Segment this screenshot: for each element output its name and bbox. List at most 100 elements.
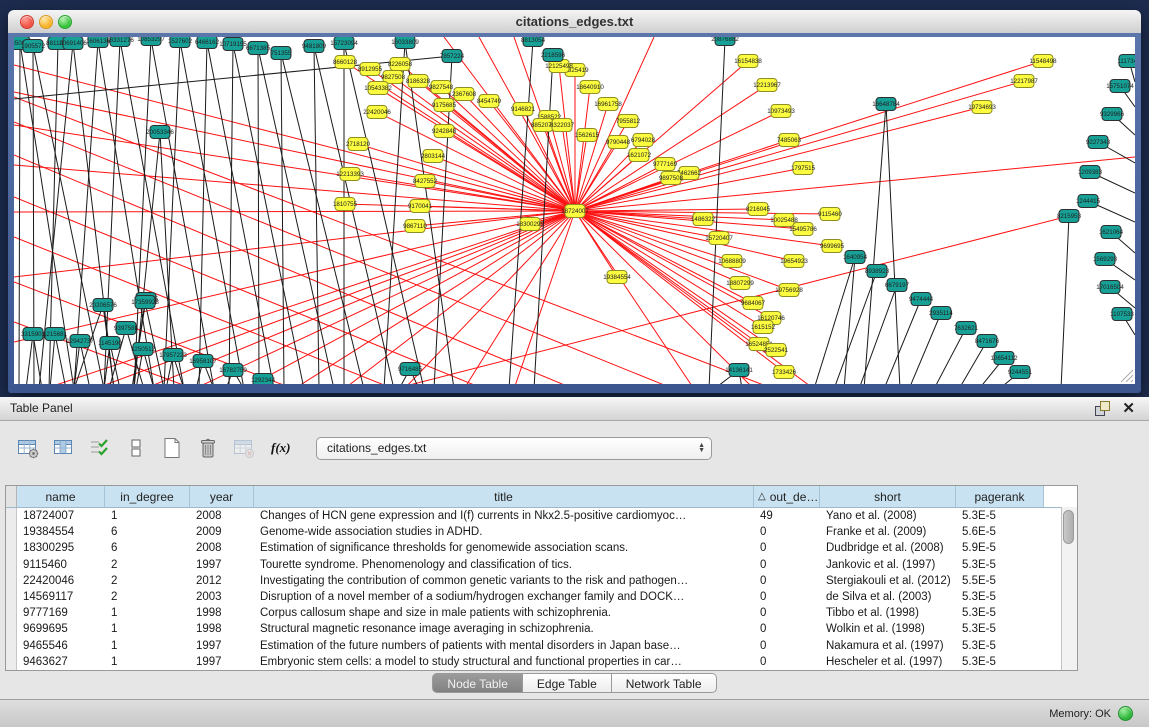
graph-node[interactable]: 9827548 — [429, 81, 454, 94]
column-header-in_degree[interactable]: in_degree — [105, 486, 190, 507]
graph-node[interactable]: 1292344 — [251, 374, 276, 385]
graph-node[interactable]: 1527602 — [168, 37, 193, 48]
graph-node[interactable]: 18640910 — [576, 81, 604, 94]
graph-node[interactable]: 1562615 — [575, 129, 600, 142]
graph-node[interactable]: 17359928 — [131, 296, 159, 309]
graph-node[interactable]: 15751074 — [1106, 80, 1134, 93]
graph-node[interactable]: 6671385 — [246, 42, 271, 55]
column-header-pagerank[interactable]: pagerank — [956, 486, 1044, 507]
graph-node[interactable]: 2935114 — [929, 307, 953, 320]
graph-node[interactable]: 1250512 — [131, 343, 156, 356]
table-settings-icon[interactable] — [14, 435, 41, 461]
graph-node[interactable]: 1615152 — [751, 321, 776, 334]
graph-node[interactable]: 9897508 — [659, 172, 684, 185]
graph-node[interactable]: 8454749 — [477, 95, 502, 108]
graph-node[interactable]: 9146821 — [511, 103, 536, 116]
graph-node[interactable]: 7857224 — [440, 50, 465, 63]
graph-node[interactable]: 9777169 — [653, 158, 678, 171]
graph-node[interactable]: 19756928 — [775, 284, 803, 297]
graph-node[interactable]: 8471676 — [975, 335, 1000, 348]
select-rows-icon[interactable] — [86, 435, 113, 461]
graph-node[interactable]: 1569293 — [1093, 253, 1118, 266]
graph-node[interactable]: 9699695 — [820, 240, 845, 253]
column-header-out_de[interactable]: △out_de… — [754, 486, 820, 507]
graph-node[interactable]: 751355 — [271, 47, 292, 60]
delete-table-icon[interactable] — [194, 435, 221, 461]
graph-node[interactable]: 6679197 — [885, 279, 910, 292]
graph-node[interactable]: 17957223 — [159, 349, 187, 362]
graph-node[interactable]: 9397588 — [114, 322, 139, 335]
graph-node[interactable]: 8215953 — [1057, 210, 1082, 223]
graph-node[interactable]: 15723094 — [330, 37, 358, 50]
graph-node[interactable]: 9867110 — [403, 220, 427, 233]
graph-node[interactable]: 9481809 — [302, 40, 327, 53]
graph-node[interactable]: 8226058 — [388, 58, 413, 71]
graph-node[interactable]: 19734693 — [968, 101, 996, 114]
graph-node[interactable]: 1209383 — [1078, 166, 1103, 179]
column-header-year[interactable]: year — [190, 486, 254, 507]
graph-node[interactable]: 6794028 — [631, 134, 656, 147]
function-icon[interactable]: f(x) — [266, 435, 293, 461]
close-panel-icon[interactable]: ✕ — [1122, 401, 1135, 416]
scrollbar-thumb[interactable] — [1063, 510, 1074, 544]
graph-node[interactable]: 19384554 — [603, 271, 631, 284]
graph-node[interactable]: 1905572 — [21, 40, 46, 53]
graph-node[interactable]: 9170041 — [408, 200, 433, 213]
graph-node[interactable]: 20053346 — [146, 126, 174, 139]
graph-node[interactable]: 22420046 — [363, 106, 391, 119]
vertical-scrollbar[interactable] — [1061, 507, 1077, 670]
column-header-title[interactable]: title — [254, 486, 754, 507]
graph-node[interactable]: 18807299 — [726, 277, 754, 290]
graph-node[interactable]: 12213967 — [753, 79, 781, 92]
table-row[interactable]: 1456911722003Disruption of a novel membe… — [6, 589, 1077, 605]
table-row[interactable]: 911546021997Tourette syndrome. Phenomeno… — [6, 557, 1077, 573]
table-row[interactable]: 2242004622012Investigating the contribut… — [6, 573, 1077, 589]
graph-node[interactable]: 1810755 — [333, 198, 358, 211]
graph-node[interactable]: 15720407 — [705, 232, 733, 245]
graph-node[interactable]: 10719155 — [219, 38, 247, 51]
graph-node[interactable]: 16782759 — [219, 364, 247, 377]
graph-node[interactable]: 9242848 — [432, 125, 457, 138]
window-titlebar[interactable]: citations_edges.txt — [8, 10, 1141, 34]
graph-node[interactable]: 8938923 — [865, 265, 890, 278]
graph-node[interactable]: 14136141 — [725, 364, 753, 377]
graph-node[interactable]: 10688809 — [718, 255, 746, 268]
graph-node[interactable]: 1215681 — [43, 328, 68, 341]
graph-node[interactable]: 1640954 — [843, 251, 868, 264]
graph-node[interactable]: 1621072 — [627, 149, 652, 162]
graph-node[interactable]: 8813054 — [521, 37, 546, 47]
tab-edge-table[interactable]: Edge Table — [523, 673, 612, 693]
graph-node[interactable]: 9684067 — [741, 297, 766, 310]
network-graph[interactable]: 1872400718300295866012889129558226058982… — [14, 37, 1135, 384]
graph-node[interactable]: 18724007 — [561, 205, 589, 218]
graph-node[interactable]: 9115460 — [818, 208, 842, 221]
graph-node[interactable]: 16648784 — [872, 98, 900, 111]
graph-node[interactable]: 1244415 — [1076, 195, 1101, 208]
graph-node[interactable]: 1621064 — [1099, 226, 1124, 239]
graph-node[interactable]: 20206576 — [89, 299, 117, 312]
tab-node-table[interactable]: Node Table — [432, 673, 523, 693]
graph-node[interactable]: 17016504 — [1096, 281, 1124, 294]
graph-node[interactable]: 1486322 — [691, 213, 716, 226]
graph-node[interactable]: 3315901 — [21, 328, 46, 341]
graph-node[interactable]: 2803144 — [421, 150, 446, 163]
table-row[interactable]: 1938455462009Genome-wide association stu… — [6, 524, 1077, 540]
graph-node[interactable]: 2522541 — [764, 344, 789, 357]
table-row[interactable]: 1872400712008Changes of HCN gene express… — [6, 508, 1077, 524]
graph-node[interactable]: 9474444 — [909, 293, 934, 306]
graph-node[interactable]: 15495786 — [789, 223, 817, 236]
table-row[interactable]: 969969511998Structural magnetic resonanc… — [6, 621, 1077, 637]
graph-node[interactable]: 6466162 — [195, 37, 220, 49]
graph-node[interactable]: 19654923 — [780, 255, 808, 268]
graph-node[interactable]: 8322037 — [550, 119, 575, 132]
graph-node[interactable]: 9244551 — [1008, 366, 1033, 379]
graph-node[interactable]: 8912955 — [358, 63, 383, 76]
float-panel-icon[interactable] — [1095, 401, 1110, 416]
graph-node[interactable]: 12217987 — [1010, 75, 1038, 88]
graph-node[interactable]: 2367608 — [452, 88, 477, 101]
graph-node[interactable]: 11548498 — [1029, 55, 1057, 68]
graph-node[interactable]: 20876882 — [711, 37, 739, 46]
graph-node[interactable]: 1117344 — [1117, 55, 1135, 68]
graph-node[interactable]: 12213393 — [336, 168, 364, 181]
graph-node[interactable]: 2218596 — [541, 49, 566, 62]
